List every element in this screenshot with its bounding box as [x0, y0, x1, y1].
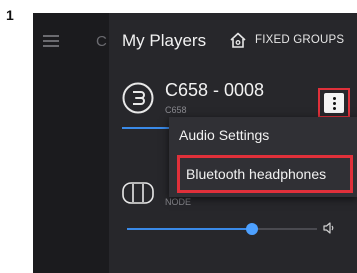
- menu-item-bluetooth-headphones[interactable]: Bluetooth headphones: [177, 155, 353, 193]
- background-partial-text: C: [96, 33, 107, 50]
- fixed-groups-button[interactable]: FIXED GROUPS: [229, 30, 344, 50]
- more-options-button[interactable]: [318, 88, 350, 118]
- home-icon: [230, 32, 246, 48]
- speaker-volume-icon[interactable]: [322, 221, 336, 235]
- app-screen: C My Players FIXED GROUPS C658 - 0008 C6…: [33, 13, 357, 273]
- speaker-device-icon: [122, 82, 154, 114]
- background-app-strip: C: [33, 13, 109, 273]
- more-vertical-icon: [324, 93, 344, 113]
- menu-item-audio-settings[interactable]: Audio Settings: [169, 117, 357, 153]
- volume-slider-fill: [127, 228, 252, 230]
- volume-slider-thumb[interactable]: [246, 223, 258, 235]
- player-name: C658 - 0008: [165, 80, 265, 100]
- fixed-groups-label: FIXED GROUPS: [255, 34, 345, 46]
- hamburger-icon[interactable]: [43, 35, 59, 47]
- player-model: C658: [165, 105, 187, 115]
- players-panel: My Players FIXED GROUPS C658 - 0008 C658: [109, 13, 357, 273]
- page-title: My Players: [122, 31, 207, 50]
- options-dropdown-menu: Audio Settings Bluetooth headphones: [169, 117, 357, 197]
- step-number: 1: [6, 7, 14, 23]
- node-device-icon: [122, 182, 154, 204]
- player-2-model: NODE: [165, 197, 192, 207]
